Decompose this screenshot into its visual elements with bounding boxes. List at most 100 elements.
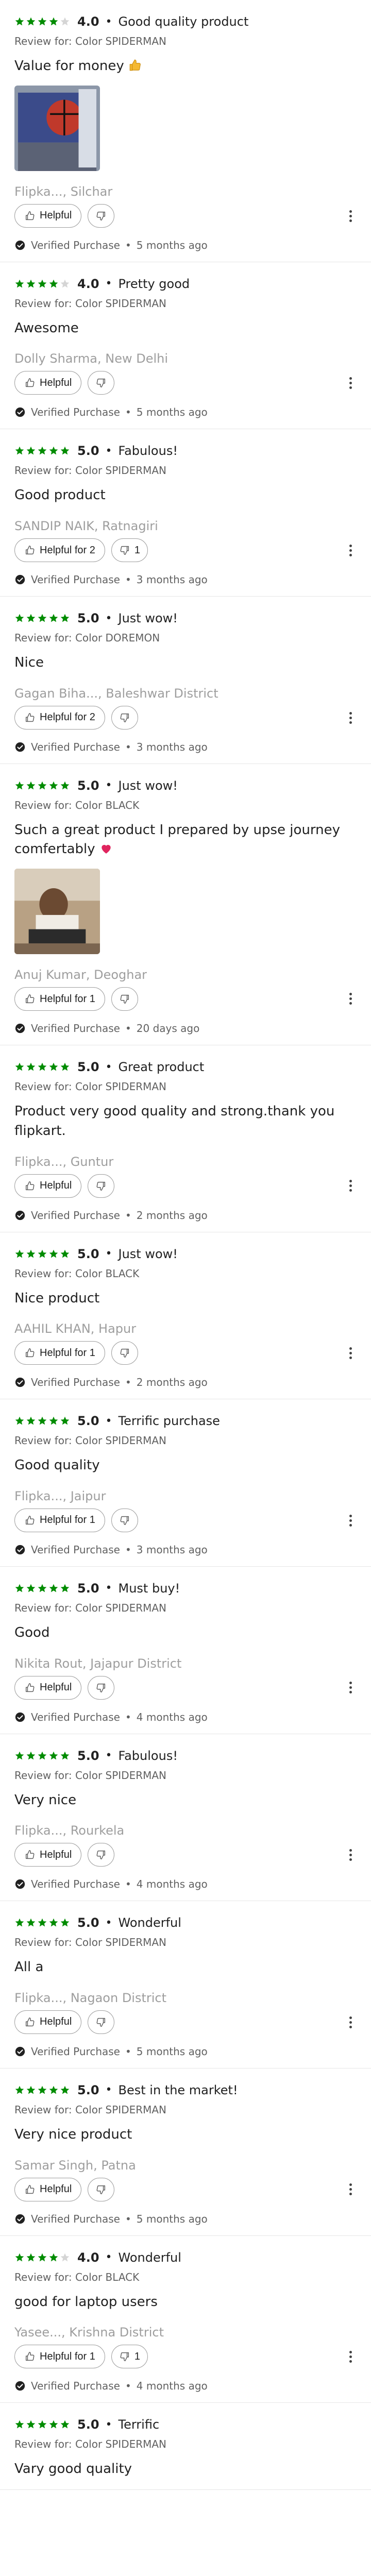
review-card: 5.0 • Fabulous! Review for: Color SPIDERMAN… [0,429,371,597]
product-photo-spiderman-wall[interactable] [14,85,100,171]
review-card: 4.0 • Wonderful Review for: Color BLACK good… [0,2236,371,2403]
verified-check-icon [15,2214,25,2224]
more-options-button[interactable] [345,373,356,394]
review-variant: Review for: Color SPIDERMAN [14,1601,167,1614]
not-helpful-button[interactable] [88,204,115,228]
star-rating [14,781,70,791]
helpful-button[interactable]: Helpful for 1 [14,2345,105,2369]
separator-dot: • [125,406,131,419]
more-options-button[interactable] [345,707,356,728]
helpful-button[interactable]: Helpful [14,2177,82,2201]
not-helpful-button[interactable] [88,1843,115,1867]
review-header: 4.0 • Wonderful [14,2247,357,2268]
more-options-button[interactable] [345,1343,356,1364]
helpful-label: Helpful for 1 [40,1347,95,1359]
review-time: 3 months ago [136,740,208,753]
separator-dot: • [125,1022,131,1035]
star-rating [14,2252,70,2263]
helpful-button[interactable]: Helpful [14,1843,82,1867]
verified-label: Verified Purchase [31,2380,120,2393]
star-icon [60,781,70,790]
more-dot [349,219,352,222]
star-icon [15,279,24,288]
more-dot [349,214,352,217]
star-icon [49,1751,58,1759]
helpful-button[interactable]: Helpful [14,2010,82,2034]
review-text-content: Nice product [14,1290,100,1306]
not-helpful-button[interactable] [88,2010,115,2034]
helpful-button[interactable]: Helpful [14,1174,82,1198]
review-time: 2 months ago [136,1209,208,1222]
more-options-button[interactable] [345,2012,356,2032]
star-rating [14,1062,70,1072]
review-text: good for laptop users [14,2293,357,2312]
more-dot [349,1686,352,1689]
product-photo-laptop-table[interactable] [14,869,100,955]
star-icon [38,447,47,455]
more-dot [349,377,352,380]
review-actions: Helpful [14,1843,357,1867]
review-title: Must buy! [118,1581,180,1596]
helpful-button[interactable]: Helpful [14,204,82,228]
verified-label: Verified Purchase [31,239,120,251]
separator-dot: • [125,740,131,753]
review-variant: Review for: Color SPIDERMAN [14,35,167,47]
not-helpful-button[interactable] [111,1508,138,1532]
helpful-button[interactable]: Helpful for 1 [14,987,105,1011]
more-options-button[interactable] [345,540,356,561]
review-actions: Helpful for 2 [14,705,357,730]
star-icon [15,1584,24,1592]
helpful-button[interactable]: Helpful for 2 [14,538,105,563]
helpful-label: Helpful for 2 [40,711,95,723]
star-icon [38,1249,47,1258]
more-options-button[interactable] [345,1175,356,1196]
helpful-button[interactable]: Helpful for 2 [14,705,105,730]
review-text: Awesome [14,319,357,338]
more-options-button[interactable] [345,1677,356,1698]
review-title: Wonderful [118,2250,181,2265]
separator-dot: • [105,2418,112,2431]
helpful-button[interactable]: Helpful [14,1675,82,1700]
helpful-label: Helpful [40,2183,72,2195]
more-options-button[interactable] [345,206,356,226]
not-helpful-button[interactable]: 1 [111,538,148,563]
star-rating [14,1918,70,1928]
star-rating [14,1583,70,1594]
not-helpful-button[interactable] [88,1675,115,1700]
more-dot [349,2355,352,2359]
verified-purchase: Verified Purchase • 20 days ago [14,1022,357,1035]
more-dot [349,1002,352,1005]
separator-dot: • [105,1060,112,1074]
not-helpful-button[interactable] [111,705,138,730]
review-card: 5.0 • Terrific Review for: Color SPIDERMAN V… [0,2403,371,2490]
separator-dot: • [125,2212,131,2225]
more-options-button[interactable] [345,2347,356,2367]
review-card: 5.0 • Terrific purchase Review for: Color S… [0,1399,371,1567]
helpful-button[interactable]: Helpful for 1 [14,1508,105,1532]
more-options-button[interactable] [345,989,356,1009]
review-header: 5.0 • Terrific [14,2414,357,2435]
helpful-button[interactable]: Helpful [14,371,82,395]
verified-purchase: Verified Purchase • 3 months ago [14,573,357,586]
verified-check-icon [15,742,25,752]
review-title: Pretty good [118,276,190,291]
more-options-button[interactable] [345,1845,356,1866]
helpful-label: Helpful for 1 [40,2350,95,2362]
more-options-button[interactable] [345,2179,356,2200]
star-icon [38,1062,47,1071]
not-helpful-button[interactable]: 1 [111,2345,148,2369]
not-helpful-button[interactable] [88,2177,115,2201]
review-title: Just wow! [118,611,178,626]
review-card: 5.0 • Fabulous! Review for: Color SPIDERMAN… [0,1734,371,1902]
not-helpful-button[interactable] [88,1174,115,1198]
separator-dot: • [105,612,112,625]
star-icon [38,2086,47,2094]
more-options-button[interactable] [345,1510,356,1531]
not-helpful-button[interactable] [88,371,115,395]
helpful-button[interactable]: Helpful for 1 [14,1341,105,1365]
thumbs-down-icon [96,1181,106,1191]
not-helpful-button[interactable] [111,1341,138,1365]
star-icon [60,279,70,288]
star-rating [14,613,70,623]
not-helpful-button[interactable] [111,987,138,1011]
